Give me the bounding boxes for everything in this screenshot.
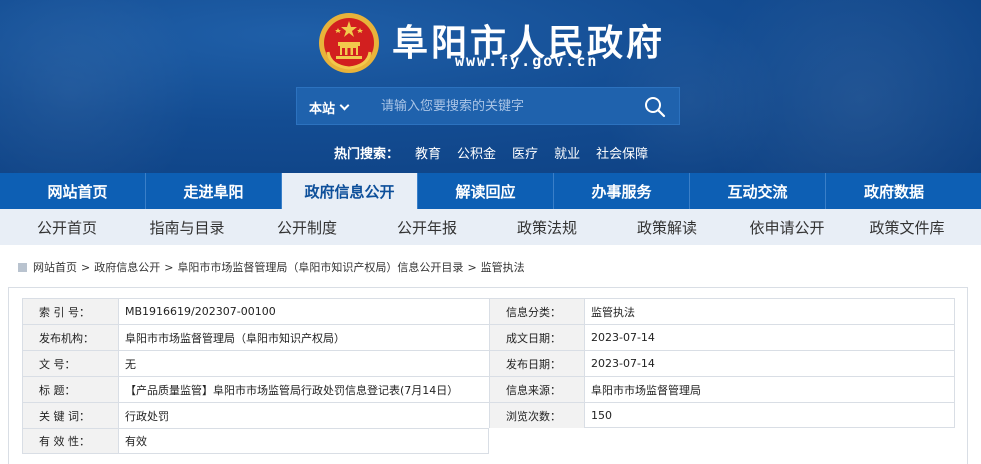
breadcrumb-gov-info[interactable]: 政府信息公开 xyxy=(94,259,160,275)
search-scope-label: 本站 xyxy=(309,102,336,117)
document-info-table: 索 引 号： MB1916619/202307-00100 信息分类： 监管执法… xyxy=(22,298,955,454)
nav-item-interpretation[interactable]: 解读回应 xyxy=(418,173,554,209)
site-url: www.fy.gov.cn xyxy=(455,52,599,70)
view-count-label: 浏览次数： xyxy=(489,402,584,428)
subnav-item-regulations[interactable]: 政策法规 xyxy=(487,209,607,245)
sub-nav: 公开首页 指南与目录 公开制度 公开年报 政策法规 政策解读 依申请公开 政策文… xyxy=(0,209,981,245)
breadcrumb-directory[interactable]: 阜阳市市场监督管理局（阜阳市知识产权局）信息公开目录 xyxy=(177,259,463,275)
subnav-item-home[interactable]: 公开首页 xyxy=(7,209,127,245)
hot-keyword-medical[interactable]: 医疗 xyxy=(512,143,538,162)
doc-number-value: 无 xyxy=(118,350,489,376)
breadcrumb-home[interactable]: 网站首页 xyxy=(33,259,77,275)
title-label: 标 题： xyxy=(22,376,118,402)
breadcrumb-separator: > xyxy=(81,260,91,274)
publisher-label: 发布机构： xyxy=(22,324,118,350)
subnav-item-system[interactable]: 公开制度 xyxy=(247,209,367,245)
index-label: 索 引 号： xyxy=(22,298,118,324)
hot-keyword-housing-fund[interactable]: 公积金 xyxy=(457,143,496,162)
header-decoration xyxy=(0,0,200,173)
subnav-item-policy-interpretation[interactable]: 政策解读 xyxy=(607,209,727,245)
national-emblem-icon xyxy=(319,13,379,73)
info-row: 发布机构： 阜阳市市场监督管理局（阜阳市知识产权局） 成文日期： 2023-07… xyxy=(22,324,955,350)
search-bar: 本站 xyxy=(296,87,680,125)
subnav-item-request[interactable]: 依申请公开 xyxy=(727,209,847,245)
subnav-item-policy-library[interactable]: 政策文件库 xyxy=(847,209,967,245)
chevron-down-icon xyxy=(339,100,350,111)
home-icon xyxy=(18,262,27,272)
nav-item-about-fuyang[interactable]: 走进阜阳 xyxy=(146,173,282,209)
validity-label: 有 效 性： xyxy=(22,428,118,454)
hot-search: 热门搜索： 教育 公积金 医疗 就业 社会保障 xyxy=(334,143,648,162)
keywords-value: 行政处罚 xyxy=(118,402,489,428)
nav-item-home[interactable]: 网站首页 xyxy=(10,173,146,209)
written-date-label: 成文日期： xyxy=(489,324,584,350)
publisher-value: 阜阳市市场监督管理局（阜阳市知识产权局） xyxy=(118,324,489,350)
hot-keyword-employment[interactable]: 就业 xyxy=(554,143,580,162)
validity-value: 有效 xyxy=(118,428,489,454)
keywords-label: 关 键 词： xyxy=(22,402,118,428)
category-label: 信息分类： xyxy=(489,298,584,324)
index-value: MB1916619/202307-00100 xyxy=(118,298,489,324)
info-row: 索 引 号： MB1916619/202307-00100 信息分类： 监管执法 xyxy=(22,298,955,324)
search-scope-dropdown[interactable]: 本站 xyxy=(309,98,350,117)
nav-item-services[interactable]: 办事服务 xyxy=(554,173,690,209)
info-row: 关 键 词： 行政处罚 浏览次数： 150 xyxy=(22,402,955,428)
view-count-value: 150 xyxy=(584,402,955,428)
subnav-item-annual-report[interactable]: 公开年报 xyxy=(367,209,487,245)
document-info-box: 索 引 号： MB1916619/202307-00100 信息分类： 监管执法… xyxy=(8,287,968,464)
publish-date-label: 发布日期： xyxy=(489,350,584,376)
title-value: 【产品质量监管】阜阳市市场监管局行政处罚信息登记表(7月14日） xyxy=(118,376,489,402)
hot-search-label: 热门搜索： xyxy=(334,147,400,162)
breadcrumb-current[interactable]: 监管执法 xyxy=(481,259,525,275)
info-row: 有 效 性： 有效 xyxy=(22,428,955,454)
doc-number-label: 文 号： xyxy=(22,350,118,376)
main-nav: 网站首页 走进阜阳 政府信息公开 解读回应 办事服务 互动交流 政府数据 xyxy=(0,173,981,209)
search-icon[interactable] xyxy=(643,95,667,119)
nav-item-gov-info[interactable]: 政府信息公开 xyxy=(282,173,418,209)
info-row: 文 号： 无 发布日期： 2023-07-14 xyxy=(22,350,955,376)
breadcrumb: 网站首页 > 政府信息公开 > 阜阳市市场监督管理局（阜阳市知识产权局）信息公开… xyxy=(18,259,525,275)
source-value: 阜阳市市场监督管理局 xyxy=(584,376,955,402)
source-label: 信息来源： xyxy=(489,376,584,402)
breadcrumb-separator: > xyxy=(164,260,174,274)
publish-date-value: 2023-07-14 xyxy=(584,350,955,376)
search-input[interactable] xyxy=(381,88,631,124)
written-date-value: 2023-07-14 xyxy=(584,324,955,350)
nav-item-interaction[interactable]: 互动交流 xyxy=(690,173,826,209)
subnav-item-guide[interactable]: 指南与目录 xyxy=(127,209,247,245)
site-header: 阜阳市人民政府 www.fy.gov.cn 本站 热门搜索： 教育 公积金 医疗… xyxy=(0,0,981,173)
info-row: 标 题： 【产品质量监管】阜阳市市场监管局行政处罚信息登记表(7月14日） 信息… xyxy=(22,376,955,402)
nav-item-gov-data[interactable]: 政府数据 xyxy=(826,173,962,209)
category-value: 监管执法 xyxy=(584,298,955,324)
hot-keyword-education[interactable]: 教育 xyxy=(415,143,441,162)
hot-keyword-social-security[interactable]: 社会保障 xyxy=(596,143,648,162)
breadcrumb-separator: > xyxy=(467,260,477,274)
